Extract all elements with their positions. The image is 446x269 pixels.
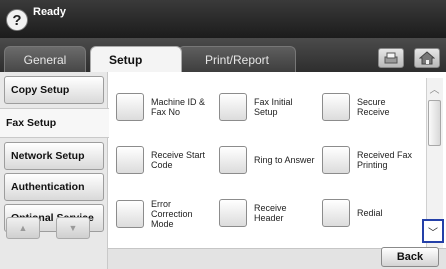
option-label-line2: Printing (357, 160, 388, 170)
option-button[interactable] (219, 199, 247, 227)
tab-setup[interactable]: Setup (90, 46, 182, 72)
option-receive-start-code[interactable]: Receive Start Code (116, 146, 213, 174)
option-label-line1: Received Fax (357, 150, 413, 160)
option-label-line1: Fax Initial (254, 97, 293, 107)
home-icon-button[interactable] (414, 48, 440, 68)
help-icon[interactable]: ? (6, 9, 28, 31)
menu-down-button[interactable]: ▼ (56, 217, 90, 239)
chevron-down-icon: ﹀ (428, 227, 438, 239)
option-button[interactable] (219, 93, 247, 121)
option-redial[interactable]: Redial (322, 199, 419, 227)
option-label-line1: Redial (357, 208, 383, 218)
menu-item-network-setup[interactable]: Network Setup (4, 142, 104, 170)
copy-icon (384, 52, 398, 64)
option-fax-initial-setup[interactable]: Fax Initial Setup (219, 93, 316, 121)
scroll-thumb[interactable] (428, 100, 441, 146)
option-label-line1: Secure Receive (357, 97, 390, 117)
copy-icon-button[interactable] (378, 48, 404, 68)
option-secure-receive[interactable]: Secure Receive (322, 93, 419, 121)
option-label-line1: Receive Header (254, 203, 287, 223)
option-button[interactable] (322, 199, 350, 227)
status-bar: ? Ready (0, 0, 446, 38)
option-button[interactable] (322, 93, 350, 121)
tab-print-report[interactable]: Print/Report (178, 46, 296, 72)
option-button[interactable] (219, 146, 247, 174)
option-label-line1: Error Correction (151, 199, 193, 219)
option-label-line1: Receive Start (151, 150, 206, 160)
option-receive-header[interactable]: Receive Header (219, 199, 316, 227)
option-ring-to-answer[interactable]: Ring to Answer (219, 146, 316, 174)
menu-item-copy-setup[interactable]: Copy Setup (4, 76, 104, 104)
option-button[interactable] (322, 146, 350, 174)
option-label-line2: Fax No (151, 107, 181, 117)
tab-general[interactable]: General (4, 46, 86, 72)
option-label-line2: Code (151, 160, 173, 170)
triangle-up-icon: ▲ (18, 223, 28, 233)
menu-up-button[interactable]: ▲ (6, 217, 40, 239)
option-label-line1: Machine ID & (151, 97, 206, 107)
option-button[interactable] (116, 200, 144, 228)
option-label-line2: Mode (151, 219, 174, 229)
option-received-fax-printing[interactable]: Received Fax Printing (322, 146, 419, 174)
option-button[interactable] (116, 146, 144, 174)
back-button[interactable]: Back (381, 247, 439, 267)
option-button[interactable] (116, 93, 144, 121)
option-label-line2: Setup (254, 107, 278, 117)
home-icon (419, 51, 435, 65)
menu-item-authentication[interactable]: Authentication (4, 173, 104, 201)
triangle-down-icon: ▼ (68, 223, 78, 233)
menu-item-fax-setup[interactable]: Fax Setup (0, 108, 109, 138)
option-error-correction-mode[interactable]: Error Correction Mode (116, 199, 213, 229)
option-machine-id-fax-no[interactable]: Machine ID & Fax No (116, 93, 213, 121)
tab-strip: General Print/Report Setup (0, 38, 446, 72)
option-label-line1: Ring to Answer (254, 155, 315, 165)
scroll-up-button[interactable]: ︿ (426, 78, 443, 98)
status-text: Ready (33, 6, 67, 18)
scroll-down-button[interactable]: ﹀ (422, 219, 444, 243)
chevron-up-icon: ︿ (429, 84, 440, 96)
